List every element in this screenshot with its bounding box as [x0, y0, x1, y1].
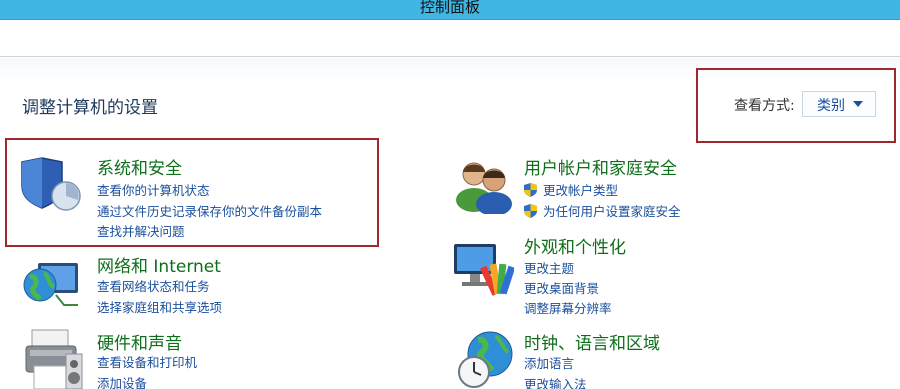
link-network-status[interactable]: 查看网络状态和任务	[97, 276, 210, 295]
link-family-safety[interactable]: 为任何用户设置家庭安全	[543, 204, 681, 219]
link-add-device[interactable]: 添加设备	[97, 373, 147, 389]
link-change-desktop-background[interactable]: 更改桌面背景	[524, 278, 599, 297]
view-by-dropdown[interactable]: 类别	[802, 91, 876, 117]
link-change-theme[interactable]: 更改主题	[524, 258, 574, 277]
category-title-clock-region[interactable]: 时钟、语言和区域	[524, 329, 660, 354]
window-title: 控制面板	[419, 0, 480, 16]
title-bar: 控制面板	[0, 0, 900, 20]
link-adjust-resolution[interactable]: 调整屏幕分辨率	[524, 298, 612, 317]
view-by-selected: 类别	[817, 98, 845, 114]
page-heading: 调整计算机的设置	[22, 98, 158, 118]
chevron-down-icon	[853, 101, 863, 107]
printer-icon[interactable]	[22, 326, 84, 389]
network-globe-icon[interactable]	[20, 255, 84, 313]
link-family-safety-row[interactable]: 为任何用户设置家庭安全	[524, 201, 681, 220]
users-icon[interactable]	[452, 152, 514, 214]
view-by-label: 查看方式:	[734, 98, 795, 114]
address-bar	[0, 20, 900, 57]
link-devices-printers[interactable]: 查看设备和打印机	[97, 352, 197, 371]
link-view-computer-status[interactable]: 查看你的计算机状态	[97, 180, 210, 199]
shield-icon[interactable]	[20, 152, 84, 216]
category-title-system-security[interactable]: 系统和安全	[97, 154, 182, 179]
link-change-account-type-row[interactable]: 更改帐户类型	[524, 180, 618, 199]
link-add-language[interactable]: 添加语言	[524, 353, 574, 372]
category-title-appearance[interactable]: 外观和个性化	[524, 233, 626, 258]
category-title-network[interactable]: 网络和 Internet	[97, 252, 221, 277]
uac-shield-icon	[524, 183, 537, 197]
category-title-user-accounts[interactable]: 用户帐户和家庭安全	[524, 154, 677, 179]
appearance-monitor-icon[interactable]	[452, 240, 514, 302]
category-title-hardware[interactable]: 硬件和声音	[97, 329, 182, 354]
link-troubleshoot[interactable]: 查找并解决问题	[97, 221, 185, 240]
link-file-history-backup[interactable]: 通过文件历史记录保存你的文件备份副本	[97, 201, 322, 220]
link-change-account-type[interactable]: 更改帐户类型	[543, 183, 618, 198]
clock-globe-icon[interactable]	[452, 326, 514, 389]
link-change-input-method[interactable]: 更改输入法	[524, 374, 587, 389]
uac-shield-icon	[524, 204, 537, 218]
link-homegroup-sharing[interactable]: 选择家庭组和共享选项	[97, 297, 222, 316]
